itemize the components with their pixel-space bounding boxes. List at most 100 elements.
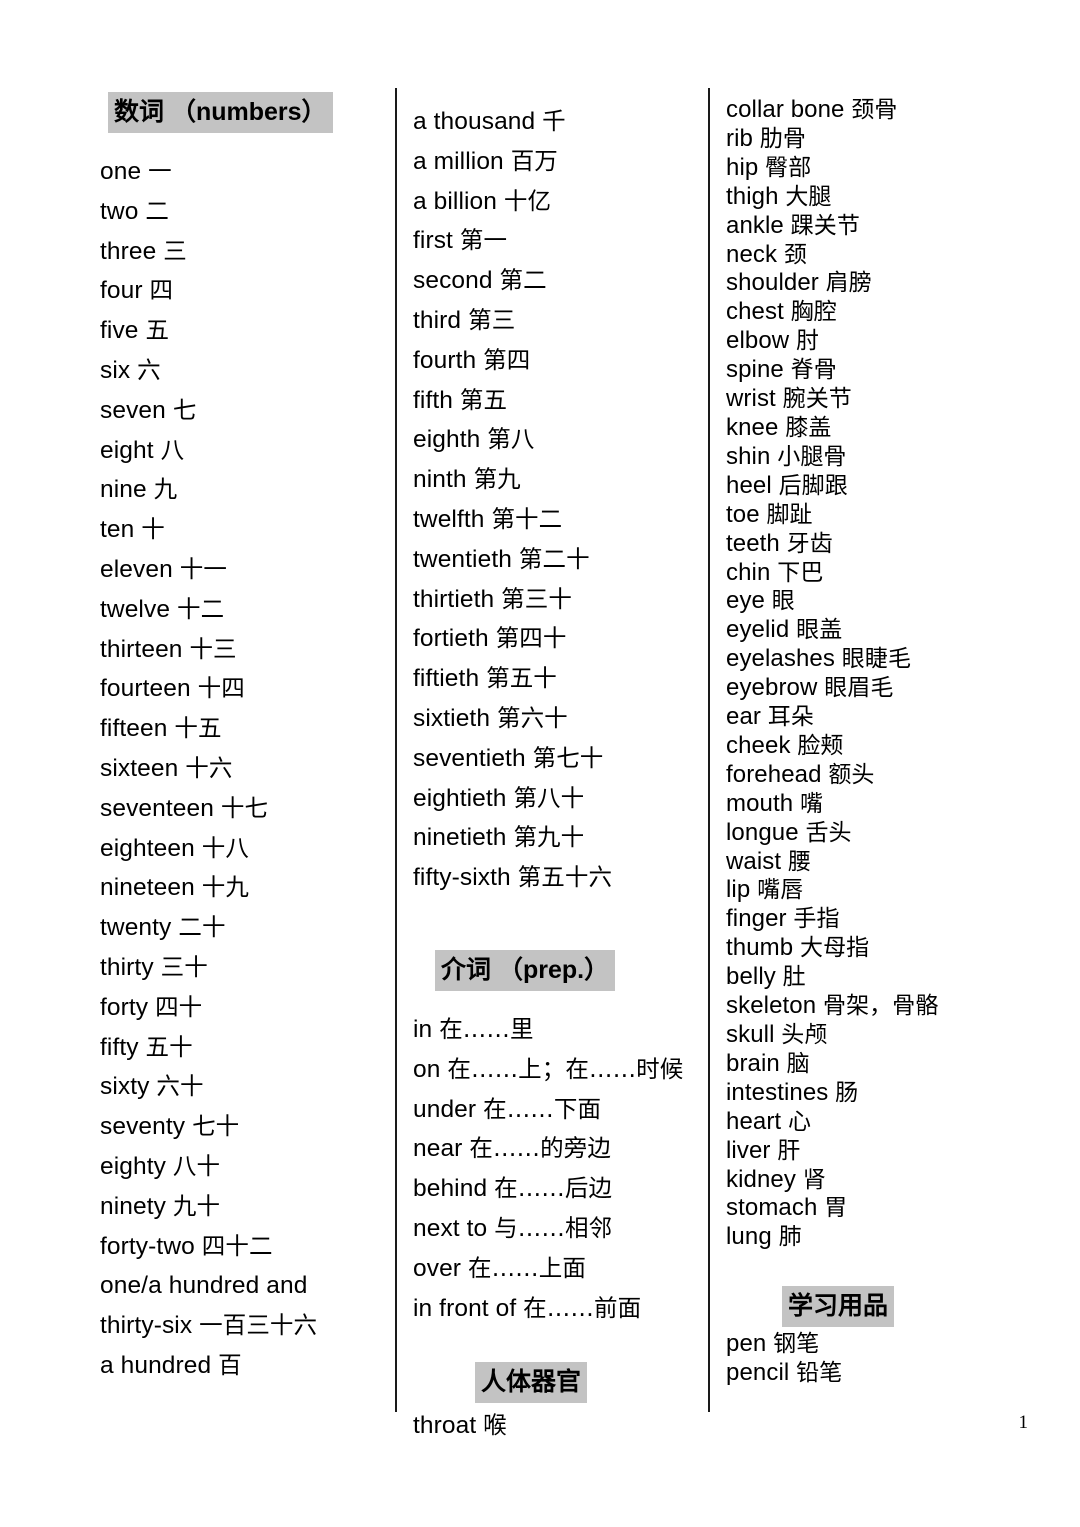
- vocabulary-entry: eight 八: [100, 431, 385, 471]
- entry-term-cn: 五十: [145, 1032, 193, 1061]
- entry-term-en: seventeen: [100, 794, 214, 822]
- entry-term-en: twentieth: [413, 545, 512, 573]
- entry-term-cn: 十七: [220, 793, 269, 822]
- entry-term-en: two: [100, 197, 139, 225]
- vocabulary-entry: three 三: [100, 232, 385, 272]
- entry-term-cn: 颈骨: [851, 97, 898, 123]
- entry-term-en: under: [413, 1095, 477, 1123]
- vocabulary-entry: cheek 脸颊: [726, 732, 1016, 761]
- entry-term-en: cheek: [726, 731, 791, 759]
- entry-term-cn: 十六: [185, 753, 233, 782]
- vocabulary-entry: heart 心: [726, 1108, 1016, 1137]
- vocabulary-entry: six 六: [100, 351, 385, 391]
- entry-separator: [173, 556, 180, 583]
- vocabulary-entry: liver 肝: [726, 1137, 1016, 1166]
- entry-term-cn: 大母指: [799, 935, 870, 962]
- vocabulary-entry: third 第三: [413, 301, 698, 341]
- vocabulary-entry: knee 膝盖: [726, 414, 1016, 443]
- entry-term-cn: 下巴: [777, 559, 824, 586]
- entry-term-en: lip: [726, 876, 751, 904]
- entry-term-en: chest: [726, 298, 784, 326]
- entry-separator: [147, 476, 154, 503]
- entry-term-en: brain: [726, 1049, 780, 1077]
- vocabulary-entry: forty 四十: [100, 988, 385, 1028]
- entry-term-cn: 牙齿: [786, 530, 833, 557]
- entry-term-en: seventieth: [413, 744, 526, 772]
- vocabulary-entry: one 一: [100, 152, 385, 192]
- entry-term-cn: 胸腔: [790, 299, 837, 326]
- vocabulary-entry: heel 后脚跟: [726, 472, 1016, 501]
- entry-term-en: waist: [726, 847, 782, 875]
- vocabulary-entry: mouth 嘴: [726, 790, 1016, 819]
- entry-term-cn: 第五: [459, 385, 508, 414]
- entry-separator: [453, 227, 460, 254]
- entry-term-en: ankle: [726, 211, 784, 239]
- entry-term-cn: 腰: [787, 848, 812, 875]
- entry-term-en: in front of: [413, 1294, 517, 1322]
- entry-separator: [784, 356, 791, 383]
- vocabulary-entry: sixty 六十: [100, 1067, 385, 1107]
- entry-separator: [143, 277, 150, 304]
- entry-term-en: third: [413, 306, 462, 334]
- vocabulary-entry: shoulder 肩膀: [726, 269, 1016, 298]
- entry-term-en: pen: [726, 1330, 767, 1358]
- section-heading-organs-wrap: 人体器官: [475, 1362, 698, 1406]
- vocabulary-entry: throat 喉: [413, 1406, 698, 1446]
- entry-separator: [793, 790, 800, 817]
- vocabulary-entry: seven 七: [100, 391, 385, 431]
- entry-term-cn: 第九: [473, 465, 521, 494]
- entry-term-en: thirtieth: [413, 585, 495, 613]
- entry-term-cn: 一: [148, 157, 172, 185]
- entry-term-en: a hundred: [100, 1351, 212, 1379]
- entry-separator: [467, 466, 474, 493]
- entry-term-en: over: [413, 1254, 462, 1282]
- entry-term-en: fifty: [100, 1033, 139, 1061]
- entry-separator: [453, 387, 460, 414]
- column-2: a thousand 千a million 百万 a billion 十亿 firs…: [413, 0, 698, 1446]
- entry-separator: [761, 703, 768, 730]
- entry-term-cn: 十一: [179, 554, 227, 583]
- entry-term-cn: 二: [145, 196, 169, 225]
- entry-term-en: thigh: [726, 182, 779, 210]
- vocabulary-entry: ten 十: [100, 510, 385, 550]
- entry-term-cn: 手指: [793, 906, 840, 933]
- entry-term-cn: 三: [163, 236, 187, 265]
- entry-term-en: belly: [726, 963, 776, 991]
- vocabulary-entry: intestines 肠: [726, 1079, 1016, 1108]
- entry-term-cn: 第八: [487, 425, 535, 454]
- column-1-top-pad: [100, 0, 385, 92]
- entry-separator: [781, 1108, 788, 1135]
- entry-term-cn: 第八十: [513, 783, 585, 812]
- entry-term-en: longue: [726, 818, 799, 846]
- entry-term-cn: 四: [149, 276, 174, 305]
- vocabulary-entry: twelve 十二: [100, 590, 385, 630]
- entry-term-en: neck: [726, 240, 778, 268]
- vocabulary-entry: eightieth 第八十: [413, 779, 698, 819]
- vocabulary-entry: one/a hundred and: [100, 1266, 385, 1306]
- vocabulary-entry: a hundred 百: [100, 1346, 385, 1386]
- entry-term-cn: 第九十: [513, 823, 585, 852]
- entry-term-cn: 九: [153, 475, 178, 504]
- entry-term-en: fifteen: [100, 715, 168, 743]
- entry-term-en: skull: [726, 1021, 775, 1048]
- vocabulary-entry: thigh 大腿: [726, 183, 1016, 212]
- entry-term-en: eighteen: [100, 834, 195, 862]
- entry-separator: [772, 1223, 779, 1250]
- vocabulary-entry: on 在……上；在……时候: [413, 1050, 698, 1090]
- entry-list-numbers: one 一 two 二 three 三 four 四 five 五 six 六 seven …: [100, 152, 385, 1386]
- entry-term-en: rib: [726, 124, 753, 152]
- vocabulary-entry: hip 臀部: [726, 154, 1016, 183]
- entry-term-cn: 眼盖: [796, 617, 843, 644]
- entry-term-cn: 八十: [172, 1151, 221, 1180]
- entry-term-en: collar bone: [726, 96, 845, 123]
- entry-term-cn: 十四: [197, 674, 245, 703]
- section-heading-supplies-wrap: 学习用品: [782, 1286, 1016, 1330]
- entry-term-cn: 心: [787, 1108, 812, 1135]
- entry-term-en: eighty: [100, 1152, 166, 1180]
- entry-term-cn: 喉: [483, 1411, 507, 1440]
- vocabulary-entry: fourteen 十四: [100, 669, 385, 709]
- entry-list-body-parts: collar bone 颈骨 rib 肋骨 hip 臀部 thigh 大腿 ankle …: [726, 96, 1016, 1252]
- vocabulary-entry: spine 脊骨: [726, 356, 1016, 385]
- entry-separator: [512, 546, 519, 573]
- entry-term-cn: 眼睫毛: [841, 646, 912, 673]
